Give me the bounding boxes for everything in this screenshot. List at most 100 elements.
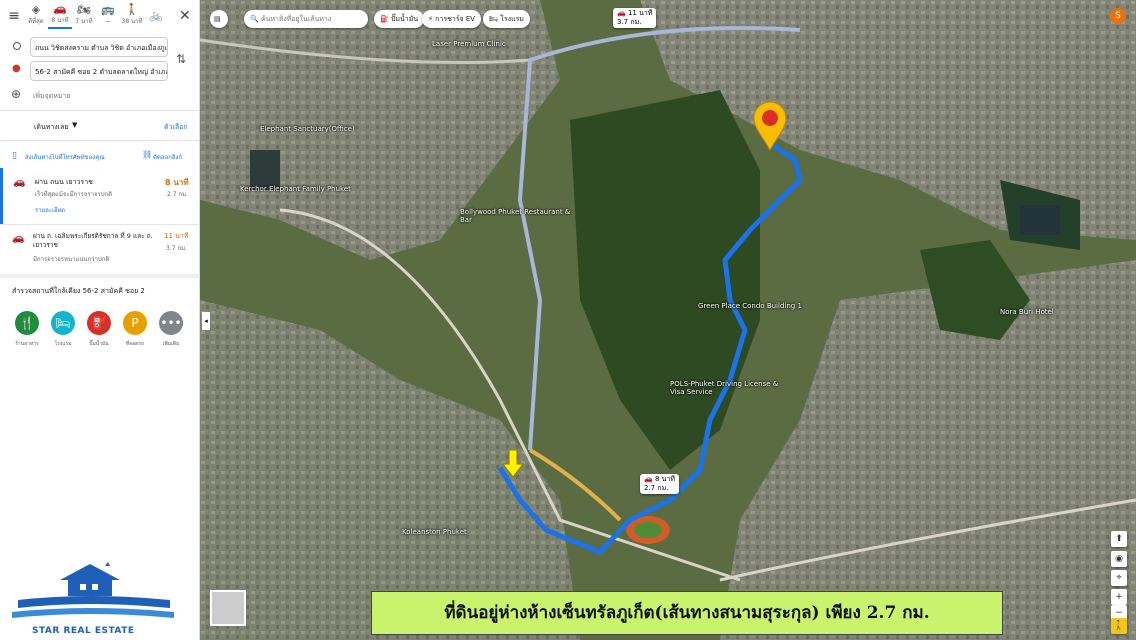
- map-place-label[interactable]: Elephant Sanctuary(Office): [260, 125, 355, 133]
- motorbike-mode-tab[interactable]: 🏍 7 นาที: [72, 4, 96, 28]
- street-view-icon[interactable]: ◉: [1111, 551, 1127, 567]
- destination-pin-icon[interactable]: [752, 100, 788, 152]
- car-icon: 🚗: [13, 177, 26, 188]
- close-icon[interactable]: ✕: [179, 8, 195, 24]
- divider: [0, 110, 199, 111]
- menu-icon[interactable]: ≡: [4, 8, 24, 24]
- mode-time: 7 นาที: [75, 18, 93, 25]
- chip-label: ปั๊มน้ำมัน: [390, 15, 419, 23]
- route-time: 8 นาที: [165, 178, 189, 187]
- parking-button[interactable]: P: [123, 311, 147, 335]
- divider: [0, 140, 199, 141]
- copy-link[interactable]: คัดลอกลิงก์: [153, 152, 182, 162]
- map-place-label[interactable]: Laser Premium Clinic: [432, 40, 506, 48]
- add-icon[interactable]: ⊕: [11, 87, 21, 101]
- map-place-label[interactable]: Bollywood Phuket Restaurant & Bar: [460, 208, 580, 224]
- alt-route-badge[interactable]: 🚗 11 นาที 3.7 กม.: [613, 8, 657, 28]
- bus-icon: 🚌: [101, 3, 115, 16]
- gas-stations-button[interactable]: ⛽: [87, 311, 111, 335]
- pegman-icon[interactable]: 🚶: [1111, 618, 1127, 634]
- origin-dot-icon: [13, 42, 21, 50]
- swap-icon[interactable]: ⇅: [176, 52, 186, 66]
- layers-icon: ▤: [214, 15, 221, 23]
- walk-mode-tab[interactable]: 🚶 38 นาที: [120, 4, 144, 28]
- diamond-icon: ◈: [31, 3, 41, 16]
- nearby-title: สำรวจสถานที่ใกล้เคียง 56-2 สามัคคี ซอย 2: [12, 287, 145, 295]
- star-real-estate-logo: STAR REAL ESTATE: [0, 560, 199, 640]
- map-imagery: [200, 0, 1136, 640]
- chip-label: การชาร์จ EV: [435, 15, 476, 23]
- route-search-input[interactable]: 🔍 ค้นหาสิ่งที่อยู่ในเส้นทาง: [244, 10, 368, 28]
- my-location-icon[interactable]: ⌖: [1111, 570, 1127, 586]
- options-link[interactable]: ตัวเลือก: [164, 122, 188, 133]
- origin-input[interactable]: ถนน วิชิตสงคราม ตำบล วิชิต อำเภอเมืองภูเ…: [30, 37, 168, 57]
- map-place-label[interactable]: Kerchor Elephant Family Phuket: [240, 185, 351, 193]
- gas-station-chip[interactable]: ⛽ ปั๊มน้ำมัน: [374, 10, 425, 28]
- route-distance: 3.7 กม.: [617, 18, 642, 26]
- map-place-label[interactable]: Nora Buri Hotel: [1000, 308, 1054, 316]
- travel-mode-bar: ≡ ◈ ดีที่สุด 🚗 8 นาที 🏍 7 นาที 🚌 — 🚶 38 นาที …: [0, 0, 199, 32]
- hotels-button[interactable]: 🛏: [51, 311, 75, 335]
- more-label: เพิ่มเติม: [162, 341, 180, 347]
- route-desc: เร็วที่สุดแม้จะมีการจราจรปกติ: [35, 191, 113, 198]
- route-time: 8 นาที: [654, 475, 675, 483]
- depart-now-select[interactable]: เดินทางเลย: [34, 122, 68, 133]
- hotel-chip[interactable]: 🛏 โรงแรม: [483, 10, 530, 28]
- route-via: ผ่าน ถ. เฉลิมพระเกียรติรัชกาล ที่ 9 และ …: [33, 232, 153, 249]
- main-route-badge[interactable]: 🚗 8 นาที 2.7 กม.: [640, 474, 679, 494]
- chevron-down-icon: ▼: [72, 121, 78, 129]
- car-icon: 🚗: [617, 9, 626, 17]
- chip-label: โรงแรม: [500, 15, 524, 23]
- route-via: ผ่าน ถนน เยาวราช: [35, 178, 93, 186]
- collapse-panel-button[interactable]: ◂: [202, 312, 210, 330]
- chevron-left-icon: ◂: [204, 317, 208, 325]
- phone-icon: ▯: [12, 151, 17, 161]
- parking-label: ที่จอดรถ: [125, 341, 145, 347]
- arrow-down-icon: [502, 450, 524, 478]
- bicycle-mode-tab[interactable]: 🚲: [144, 10, 168, 22]
- route-option-1[interactable]: 🚗 ผ่าน ถนน เยาวราช 8 นาที เร็วที่สุดแม้จ…: [0, 168, 199, 224]
- route-option-2[interactable]: 🚗 ผ่าน ถ. เฉลิมพระเกียรติรัชกาล ที่ 9 แล…: [0, 225, 199, 273]
- map-place-label[interactable]: Green Place Condo Building 1: [698, 302, 802, 310]
- destination-pin-icon: ●: [12, 63, 21, 74]
- directions-panel: ≡ ◈ ดีที่สุด 🚗 8 นาที 🏍 7 นาที 🚌 — 🚶 38 นาที …: [0, 0, 200, 640]
- logo-text: STAR REAL ESTATE: [32, 626, 135, 636]
- transit-mode-tab[interactable]: 🚌 —: [96, 4, 120, 28]
- walking-icon: 🚶: [125, 3, 139, 16]
- ev-charging-chip[interactable]: ⚡ การชาร์จ EV: [422, 10, 482, 28]
- layers-thumbnail-button[interactable]: [210, 590, 246, 626]
- car-icon: 🚗: [644, 475, 653, 483]
- divider: [0, 274, 199, 278]
- motorbike-icon: 🏍: [77, 3, 91, 16]
- car-mode-tab[interactable]: 🚗 8 นาที: [48, 3, 72, 29]
- link-icon: ⛓: [142, 150, 153, 159]
- send-to-phone-link[interactable]: ส่งเส้นทางไปที่โทรศัพท์ของคุณ: [25, 152, 105, 162]
- mode-time: 38 นาที: [121, 18, 143, 25]
- more-button[interactable]: •••: [159, 311, 183, 335]
- best-mode-tab[interactable]: ◈ ดีที่สุด: [24, 4, 48, 28]
- route-desc: มีการจราจรหนาแน่นกว่าปกติ: [33, 256, 110, 263]
- restaurants-button[interactable]: 🍴: [15, 311, 39, 335]
- bicycle-icon: 🚲: [149, 9, 163, 22]
- account-avatar[interactable]: S: [1110, 8, 1126, 24]
- mode-time: ดีที่สุด: [28, 18, 44, 25]
- ev-icon: ⚡: [428, 15, 433, 23]
- zoom-in-button[interactable]: +: [1111, 589, 1127, 605]
- route-distance: 2.7 กม.: [644, 484, 669, 492]
- hotels-label: โรงแรม: [54, 341, 72, 347]
- add-destination-link[interactable]: เพิ่มจุดหมาย: [33, 91, 71, 102]
- route-time: 11 นาที: [164, 232, 189, 240]
- route-distance: 3.7 กม.: [166, 245, 187, 252]
- map-place-label[interactable]: POLS-Phuket Driving License & Visa Servi…: [670, 380, 790, 396]
- layer-toggle-button[interactable]: ▤: [210, 10, 228, 28]
- satellite-map[interactable]: Kerchor Elephant Family Phuket Elephant S…: [200, 0, 1136, 640]
- mode-time: —: [105, 18, 111, 25]
- destination-input[interactable]: 56-2 สามัคคี ซอย 2 ตำบลตลาดใหญ่ อำเภอ: [30, 61, 168, 81]
- gas-stations-label: ปั๊มน้ำมัน: [89, 341, 109, 347]
- restaurants-label: ร้านอาหาร: [15, 341, 39, 347]
- bed-icon: 🛏: [489, 15, 498, 23]
- compass-icon[interactable]: ⬆: [1111, 531, 1127, 547]
- route-details-link[interactable]: รายละเอียด: [35, 205, 65, 215]
- map-place-label[interactable]: Koleanston Phuket: [402, 528, 467, 536]
- car-icon: 🚗: [12, 233, 25, 244]
